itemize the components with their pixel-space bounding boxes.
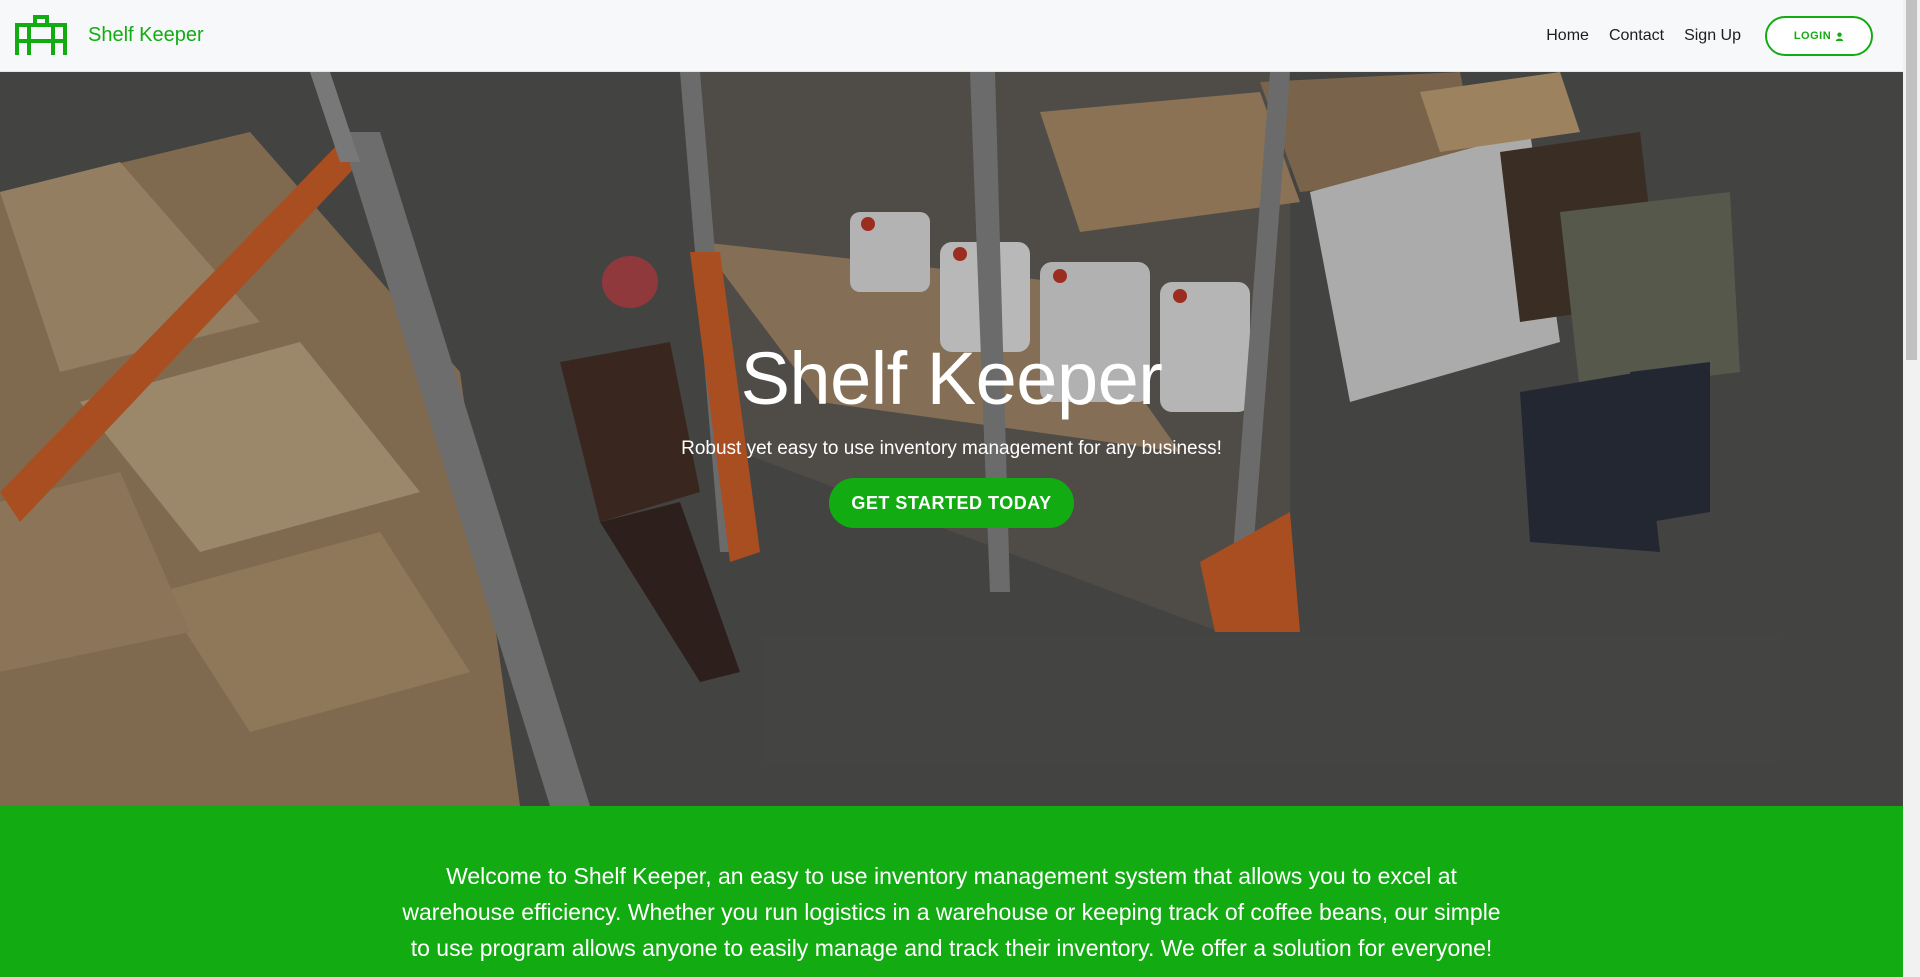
top-navbar: Shelf Keeper Home Contact Sign Up LOGIN <box>0 0 1903 72</box>
scrollbar-thumb[interactable] <box>1906 0 1917 360</box>
hero-section: Shelf Keeper Robust yet easy to use inve… <box>0 72 1903 806</box>
welcome-section: Welcome to Shelf Keeper, an easy to use … <box>0 806 1903 977</box>
login-button-label: LOGIN <box>1793 30 1832 42</box>
brand-name: Shelf Keeper <box>88 24 204 46</box>
get-started-button[interactable]: GET STARTED TODAY <box>829 478 1074 528</box>
welcome-text: Welcome to Shelf Keeper, an easy to use … <box>402 863 1501 961</box>
hero-title: Shelf Keeper <box>740 337 1163 420</box>
nav-contact-link[interactable]: Contact <box>1609 27 1664 45</box>
login-button[interactable]: LOGIN <box>1765 16 1873 56</box>
brand-home-link[interactable]: Shelf Keeper <box>15 14 204 57</box>
page-scrollbar[interactable] <box>1903 0 1920 977</box>
nav-signup-link[interactable]: Sign Up <box>1684 27 1741 45</box>
shelf-logo-icon <box>15 14 67 55</box>
nav-links: Home Contact Sign Up LOGIN <box>1546 0 1873 72</box>
nav-home-link[interactable]: Home <box>1546 27 1589 45</box>
user-icon <box>1835 32 1844 41</box>
hero-content: Shelf Keeper Robust yet easy to use inve… <box>0 342 1903 528</box>
hero-subtitle: Robust yet easy to use inventory managem… <box>681 438 1222 459</box>
